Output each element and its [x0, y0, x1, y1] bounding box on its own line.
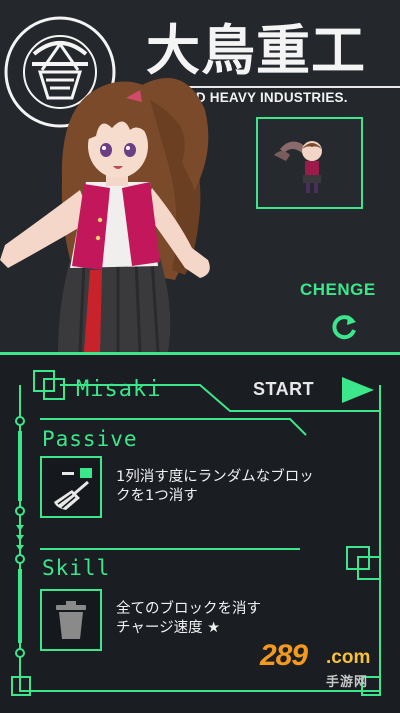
start-label: START	[253, 379, 315, 399]
character-portrait	[0, 78, 210, 352]
character-name: Misaki	[76, 377, 162, 402]
trash-can-icon	[56, 601, 86, 639]
passive-description-line: クを1つ消す	[116, 488, 198, 504]
chibi-sprite	[274, 141, 322, 193]
site-watermark: 289 .com 手游网	[260, 639, 380, 701]
skill-description: 全てのブロックを消す チャージ速度 ★	[116, 600, 366, 638]
watermark-site-name: 手游网	[326, 675, 369, 690]
passive-title: Passive	[42, 427, 138, 451]
character-preview-area: 大鳥重工 BIRD HEAVY INDUSTRIES. CHENGE	[0, 0, 400, 352]
character-sprite-frame	[256, 117, 363, 209]
watermark-domain: .com	[326, 647, 371, 668]
broom-icon	[54, 468, 92, 510]
change-character-label[interactable]: CHENGE	[300, 280, 376, 300]
start-button[interactable]: START	[250, 373, 378, 407]
skill-description-line: 全てのブロックを消す	[116, 601, 261, 617]
passive-description-line: 1列消す度にランダムなブロッ	[116, 469, 314, 485]
passive-icon-box	[40, 456, 102, 518]
skill-description-line: チャージ速度 ★	[116, 620, 221, 636]
passive-description: 1列消す度にランダムなブロッ クを1つ消す	[116, 468, 366, 506]
watermark-number: 289	[260, 639, 308, 672]
play-arrow-icon	[342, 377, 374, 403]
refresh-icon[interactable]	[328, 311, 360, 343]
skill-icon-box	[40, 589, 102, 651]
character-info-panel: Misaki START Passive 1列消す度にランダムなブロッ クを1つ…	[0, 355, 400, 713]
skill-title: Skill	[42, 556, 111, 580]
